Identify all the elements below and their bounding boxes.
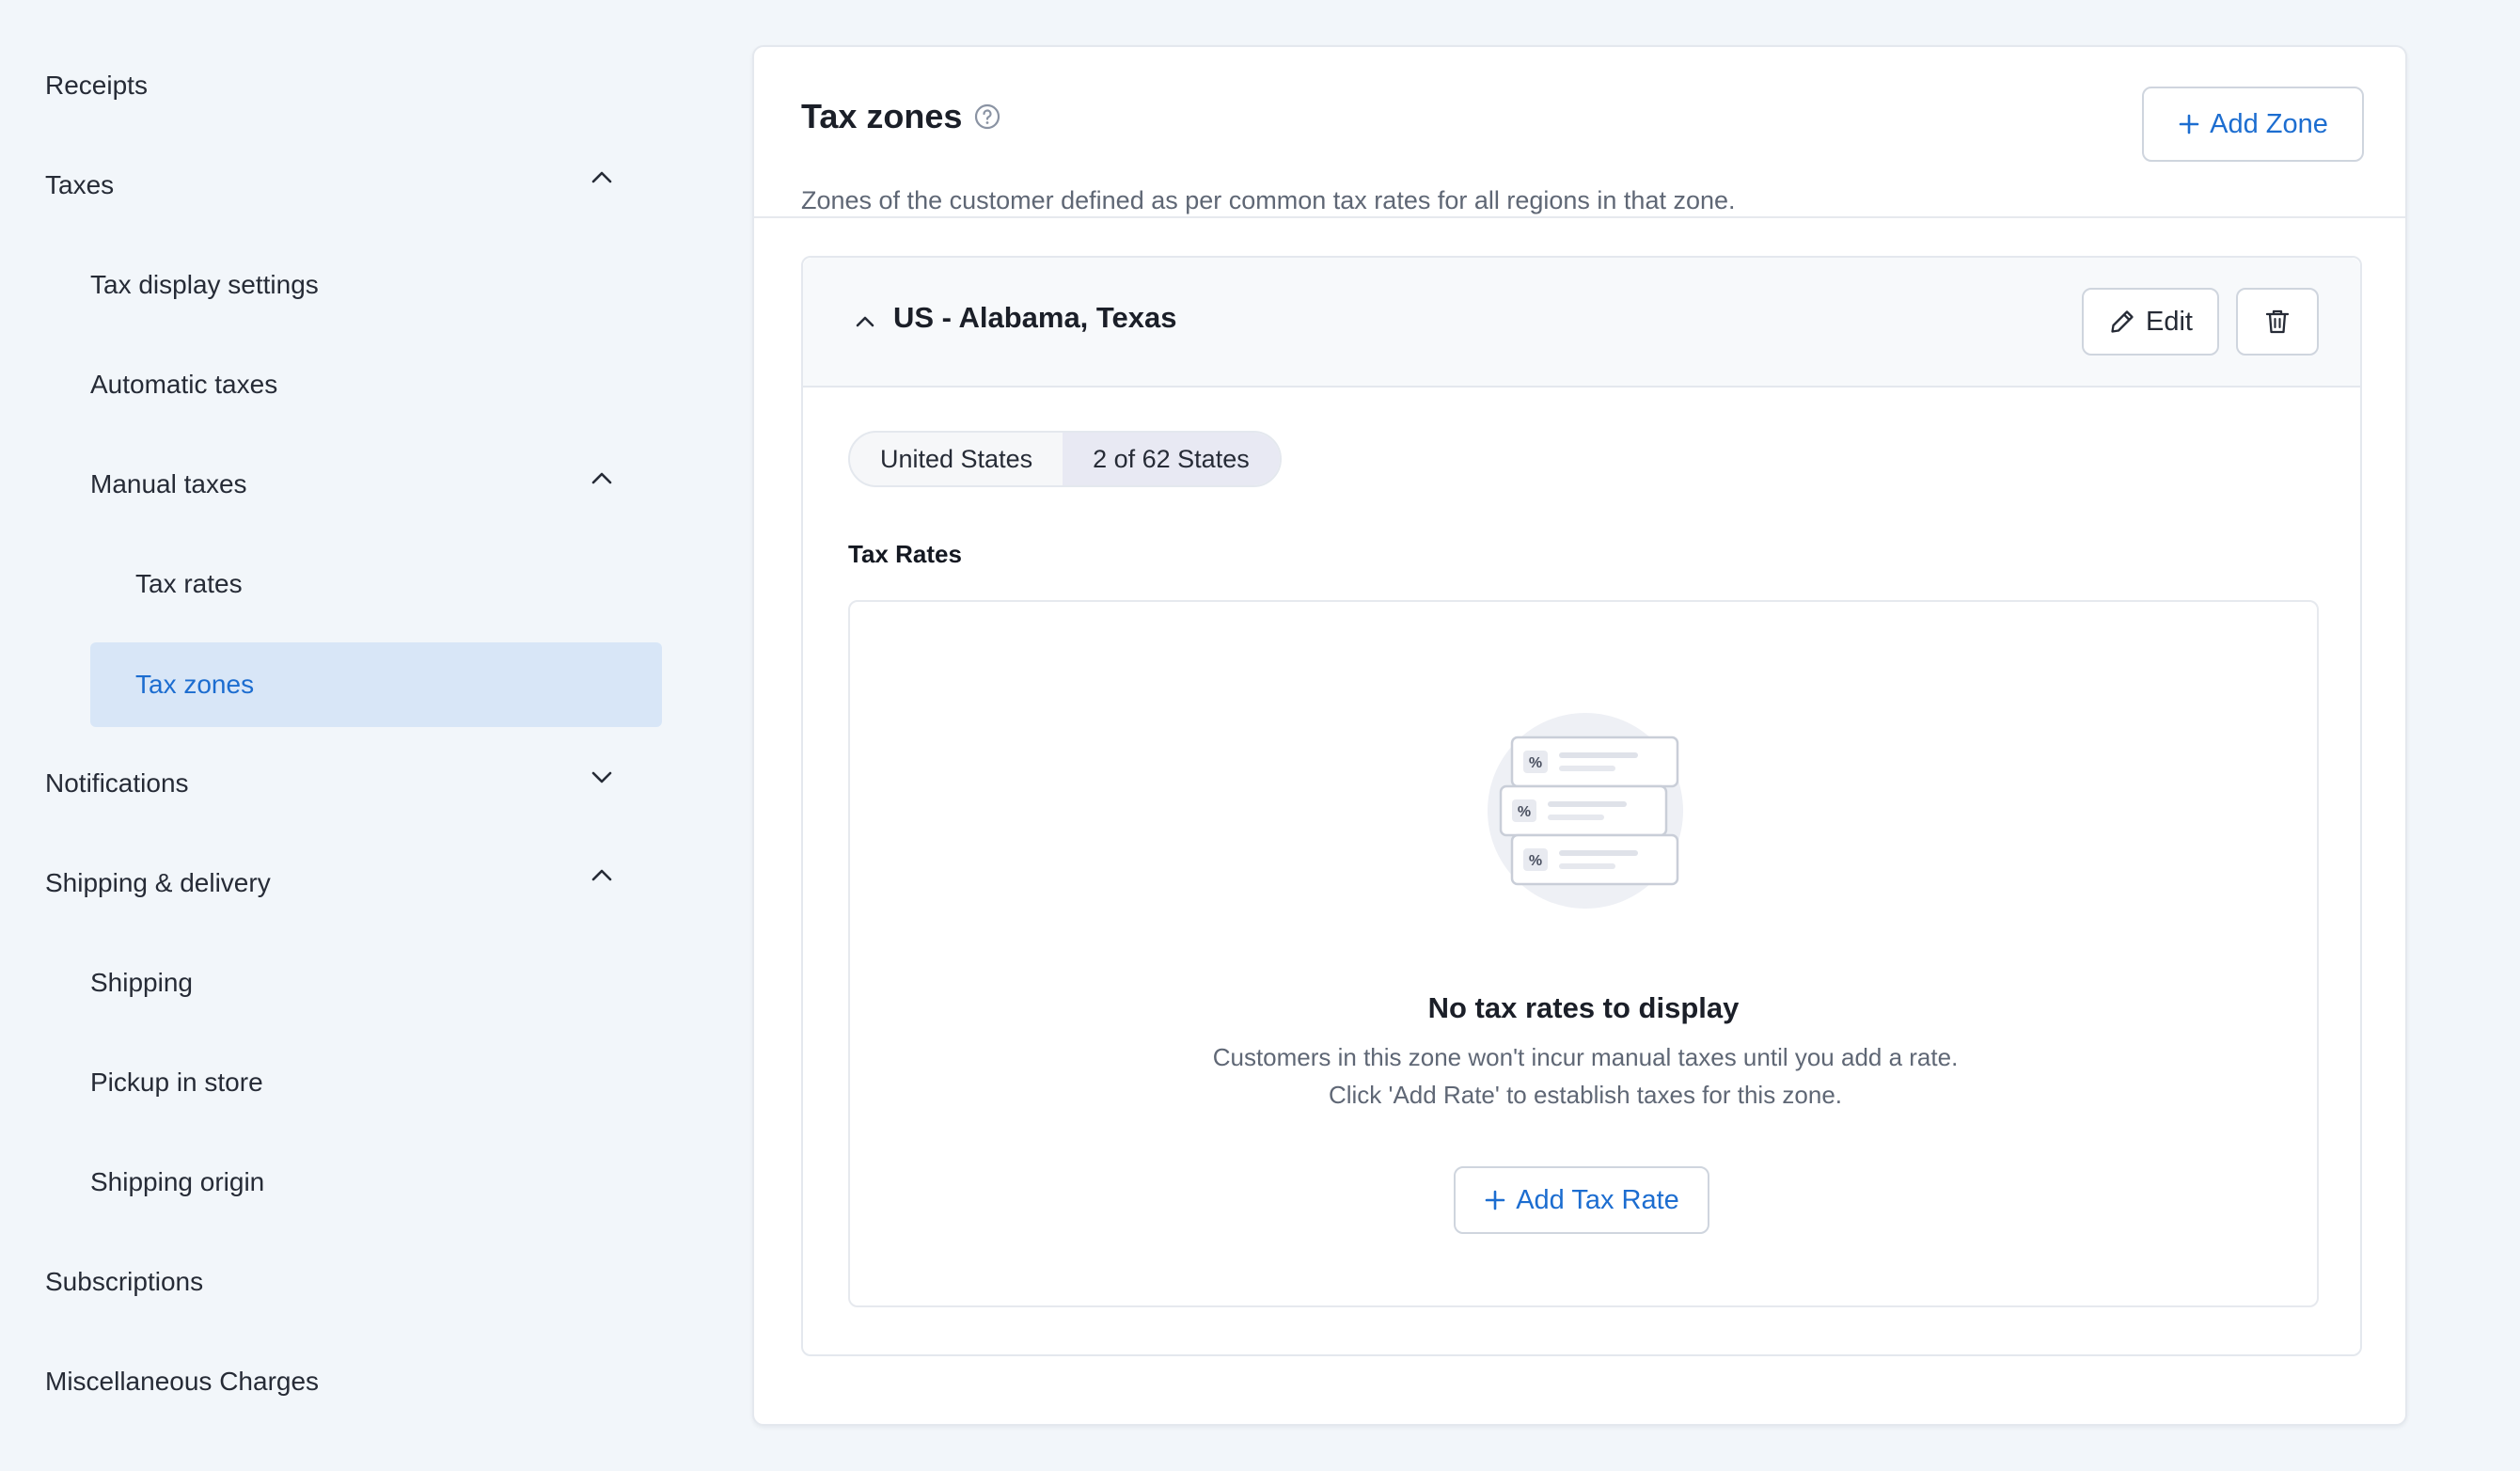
sidebar-item-label: Manual taxes [90,469,247,498]
tax-rates-empty-state: % % % No tax rates to display Customers … [848,600,2319,1307]
sidebar-item-label: Shipping & delivery [45,868,271,897]
sidebar-item-label: Receipts [45,71,148,100]
empty-state-title: No tax rates to display [1427,991,1740,1024]
page-subtitle: Zones of the customer defined as per com… [801,186,1736,214]
edit-zone-button[interactable]: Edit [2082,288,2219,356]
sidebar-item-taxes[interactable]: Taxes [45,143,619,228]
card-header: Tax zones Zones of the customer defined … [754,47,2405,218]
zone-header: US - Alabama, Texas Edit [803,258,2360,388]
page-title: Tax zones [801,97,963,135]
sidebar-item-label: Notifications [45,768,189,798]
add-tax-rate-button[interactable]: Add Tax Rate [1454,1166,1709,1234]
sidebar-item-label: Tax rates [135,569,243,598]
zone-region-summary: United States 2 of 62 States [848,431,1282,487]
chevron-up-icon[interactable] [585,858,619,892]
sidebar-item-tax-rates[interactable]: Tax rates [135,542,619,626]
states-chip[interactable]: 2 of 62 States [1063,433,1280,485]
title-row: Tax zones [801,96,1001,137]
plus-icon [2178,113,2200,135]
plus-icon [1484,1189,1506,1211]
tax-zones-card: Tax zones Zones of the customer defined … [752,45,2407,1426]
delete-zone-button[interactable] [2236,288,2319,356]
tax-rates-illustration: % % % [1488,713,1683,909]
chevron-down-icon[interactable] [585,760,619,794]
settings-sidebar: Receipts Taxes Tax display settings Auto… [0,0,696,1471]
sidebar-item-label: Automatic taxes [90,370,278,399]
help-circle-icon[interactable] [973,103,1001,131]
empty-state-description: Customers in this zone won't incur manua… [1212,1043,1959,1109]
sidebar-item-shipping-delivery[interactable]: Shipping & delivery [45,841,619,925]
sidebar-item-shipping[interactable]: Shipping [90,941,619,1025]
sidebar-item-tax-zones[interactable]: Tax zones [90,642,662,727]
sidebar-item-label: Taxes [45,170,115,199]
percent-glyph: % [1529,853,1542,869]
country-chip[interactable]: United States [850,433,1063,485]
sidebar-item-miscellaneous-charges[interactable]: Miscellaneous Charges [45,1339,619,1424]
chevron-up-icon[interactable] [585,461,619,495]
sidebar-item-label: Miscellaneous Charges [45,1367,320,1396]
app-root: Receipts Taxes Tax display settings Auto… [0,0,2520,1471]
zone-panel: US - Alabama, Texas Edit United States 2… [801,256,2362,1356]
sidebar-item-label: Subscriptions [45,1267,204,1296]
chevron-up-icon[interactable] [585,160,619,194]
sidebar-item-subscriptions[interactable]: Subscriptions [45,1240,619,1324]
percent-glyph: % [1518,804,1531,820]
sidebar-item-automatic-taxes[interactable]: Automatic taxes [90,342,619,427]
sidebar-item-label: Tax display settings [90,270,319,299]
sidebar-item-label: Pickup in store [90,1068,263,1097]
add-zone-button[interactable]: Add Zone [2142,87,2364,162]
chevron-up-icon[interactable] [848,305,882,339]
sidebar-item-manual-taxes[interactable]: Manual taxes [90,442,619,527]
pencil-icon [2108,308,2136,336]
tax-rates-heading: Tax Rates [848,540,962,568]
sidebar-item-label: Shipping origin [90,1167,265,1196]
sidebar-item-label: Tax zones [135,670,255,699]
trash-icon [2264,308,2291,336]
add-zone-label: Add Zone [2210,108,2328,139]
edit-label: Edit [2146,306,2193,337]
sidebar-item-notifications[interactable]: Notifications [45,741,619,826]
zone-title: US - Alabama, Texas [893,301,1177,334]
percent-glyph: % [1529,755,1542,771]
sidebar-item-pickup-in-store[interactable]: Pickup in store [90,1040,619,1125]
sidebar-item-receipts[interactable]: Receipts [45,43,619,128]
sidebar-item-shipping-origin[interactable]: Shipping origin [90,1140,619,1225]
sidebar-item-tax-display-settings[interactable]: Tax display settings [90,243,619,327]
add-tax-rate-label: Add Tax Rate [1516,1184,1679,1215]
sidebar-item-label: Shipping [90,968,193,997]
